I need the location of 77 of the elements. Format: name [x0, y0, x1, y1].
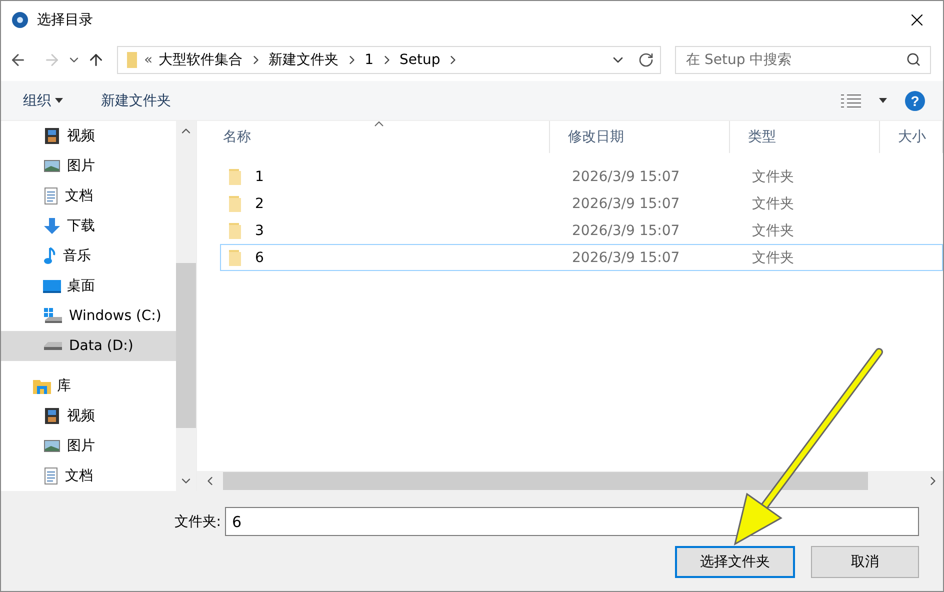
file-name: 3 [221, 222, 566, 238]
breadcrumb-item[interactable]: 新建文件夹 [268, 51, 339, 69]
desktop-icon [43, 279, 61, 293]
modified-date: 2026/3/9 15:07 [571, 222, 681, 238]
document-icon [43, 187, 59, 205]
file-type: 文件夹 [751, 248, 795, 266]
file-type: 文件夹 [751, 222, 795, 240]
modified-date: 2026/3/9 15:07 [571, 168, 681, 184]
folder-name-field[interactable]: 6 [225, 507, 919, 536]
film-icon [43, 127, 61, 145]
up-icon[interactable] [87, 51, 105, 69]
folder-icon [227, 222, 241, 238]
sidebar-item[interactable]: Windows (C:) [1, 301, 176, 331]
picture-icon [43, 158, 61, 174]
folder-icon [126, 52, 138, 68]
library-icon [33, 378, 51, 394]
modified-date: 2026/3/9 15:07 [571, 196, 681, 212]
sidebar-item[interactable]: 库 [1, 371, 176, 401]
drive-icon [43, 307, 63, 325]
folder-icon [227, 196, 241, 212]
file-row[interactable]: 3 2026/3/9 15:07 文件夹 [220, 217, 943, 244]
sidebar-item[interactable]: 图片 [1, 151, 176, 181]
file-type: 文件夹 [751, 194, 795, 212]
breadcrumb-item[interactable]: Setup [400, 52, 440, 68]
sidebar-item[interactable]: 音乐 [1, 241, 176, 271]
file-row[interactable]: 6 2026/3/9 15:07 文件夹 [220, 244, 943, 271]
document-icon [43, 467, 59, 485]
window-title: 选择目录 [37, 11, 94, 29]
sidebar-item[interactable]: 文档 [1, 181, 176, 211]
scrollbar-thumb[interactable] [223, 472, 868, 490]
picture-icon [43, 438, 61, 454]
sidebar-item[interactable]: Data (D:) [1, 331, 176, 361]
modified-date: 2026/3/9 15:07 [571, 250, 681, 266]
sidebar-item[interactable]: 桌面 [1, 271, 176, 301]
help-button[interactable]: ? [905, 90, 925, 110]
folder-icon [227, 250, 241, 266]
organize-button[interactable]: 组织 [13, 88, 73, 114]
file-row[interactable]: 2 2026/3/9 15:07 文件夹 [220, 190, 943, 217]
file-name: 2 [221, 196, 566, 212]
select-folder-button[interactable]: 选择文件夹 [675, 546, 795, 578]
search-icon [906, 52, 921, 67]
sort-up-icon [374, 121, 384, 127]
breadcrumb-item[interactable]: 大型软件集合 [158, 51, 243, 69]
column-header[interactable]: 类型 [730, 121, 880, 153]
down-arrow-icon [43, 217, 61, 235]
address-bar[interactable]: « 大型软件集合 新建文件夹 1 Setup [117, 46, 661, 74]
refresh-icon[interactable] [638, 52, 654, 68]
folder-label: 文件夹: [174, 512, 221, 530]
breadcrumb-overflow[interactable]: « [144, 52, 153, 68]
sidebar-item[interactable]: 下载 [1, 211, 176, 241]
caret-icon[interactable] [879, 98, 887, 103]
file-type: 文件夹 [751, 168, 795, 186]
music-note-icon [43, 247, 57, 265]
file-name: 1 [221, 168, 566, 184]
folder-icon [227, 168, 241, 184]
column-header[interactable]: 名称 [205, 121, 550, 153]
column-header[interactable]: 修改日期 [550, 121, 730, 153]
file-row[interactable]: 1 2026/3/9 15:07 文件夹 [220, 163, 943, 190]
cancel-button[interactable]: 取消 [811, 546, 919, 578]
column-header[interactable]: 大小 [880, 121, 943, 153]
scrollbar-thumb[interactable] [176, 263, 196, 428]
film-icon [43, 407, 61, 425]
back-icon[interactable] [9, 51, 27, 69]
app-icon [11, 11, 29, 29]
sidebar-item[interactable]: 视频 [1, 401, 176, 431]
caret-icon [55, 98, 63, 103]
sidebar-item[interactable]: 图片 [1, 431, 176, 461]
new-folder-button[interactable]: 新建文件夹 [91, 88, 181, 114]
breadcrumb-item[interactable]: 1 [364, 52, 374, 68]
sidebar-item[interactable]: 视频 [1, 121, 176, 151]
vertical-scrollbar[interactable] [176, 121, 196, 491]
drive-icon [43, 341, 63, 351]
view-options-icon[interactable] [841, 94, 861, 108]
sidebar-item[interactable]: 文档 [1, 461, 176, 491]
search-field[interactable]: 在 Setup 中搜索 [675, 46, 931, 74]
horizontal-scrollbar[interactable] [197, 471, 943, 491]
file-name: 6 [221, 250, 566, 266]
